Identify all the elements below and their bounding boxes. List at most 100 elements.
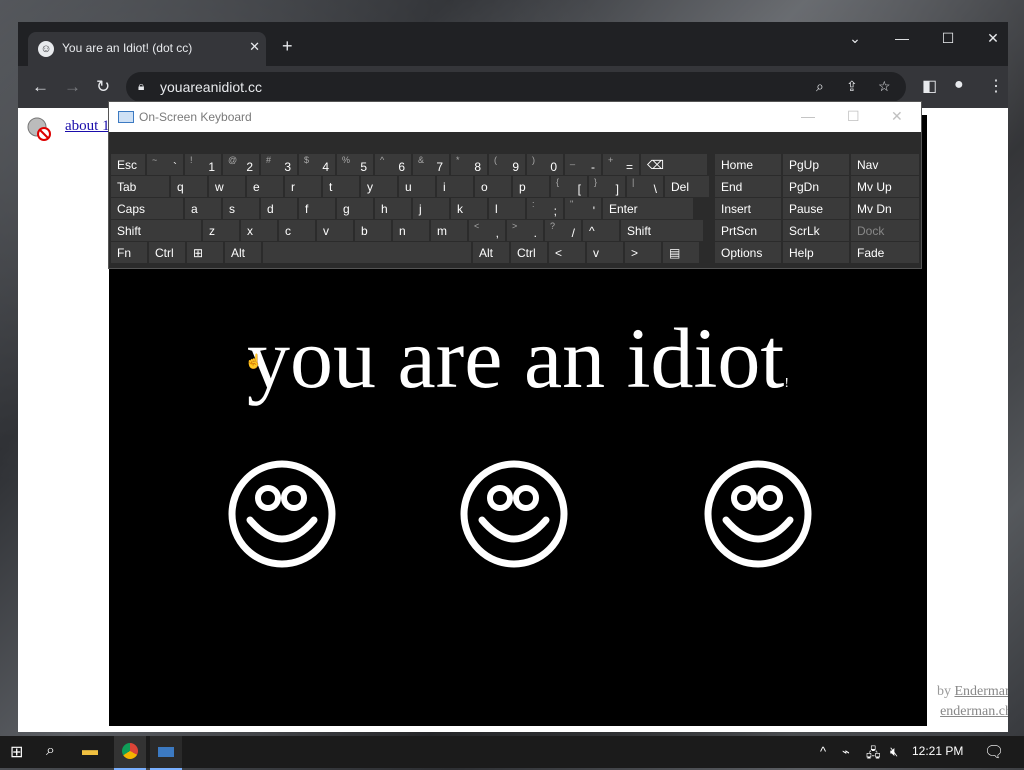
osk-key[interactable]: >.	[507, 220, 543, 241]
osk-maximize-icon[interactable]: ☐	[847, 108, 860, 125]
osk-key[interactable]: y	[361, 176, 397, 197]
osk-key[interactable]: v	[587, 242, 623, 263]
osk-key[interactable]: i	[437, 176, 473, 197]
osk-key[interactable]: s	[223, 198, 259, 219]
minimize-icon[interactable]: —	[887, 30, 917, 46]
osk-key[interactable]: Ctrl	[511, 242, 547, 263]
network-icon[interactable]: 🖧︎	[866, 744, 881, 766]
osk-key[interactable]: Fn	[111, 242, 147, 263]
osk-nav-key[interactable]: Nav	[851, 154, 919, 175]
osk-key[interactable]	[263, 242, 471, 263]
osk-key[interactable]: * 8	[451, 154, 487, 175]
osk-key[interactable]: Del	[665, 176, 709, 197]
osk-key[interactable]: ⌫	[641, 154, 707, 175]
osk-key[interactable]: {[	[551, 176, 587, 197]
osk-key[interactable]: | \	[627, 176, 663, 197]
osk-taskbar-button[interactable]	[150, 736, 182, 770]
osk-key[interactable]: + =	[603, 154, 639, 175]
tray-chevron-icon[interactable]: ^	[820, 744, 826, 759]
osk-key[interactable]: <	[549, 242, 585, 263]
maximize-icon[interactable]: ☐	[933, 30, 963, 47]
tab-close-icon[interactable]: ✕	[249, 39, 260, 55]
osk-key[interactable]: Caps	[111, 198, 183, 219]
osk-key[interactable]: g	[337, 198, 373, 219]
osk-key[interactable]: _ -	[565, 154, 601, 175]
menu-kebab-icon[interactable]: ⋮	[988, 76, 1004, 96]
profile-icon[interactable]: ●	[954, 76, 964, 94]
osk-key[interactable]: ^ 6	[375, 154, 411, 175]
osk-key[interactable]: ⊞	[187, 242, 223, 263]
chrome-taskbar-button[interactable]	[114, 736, 146, 770]
osk-nav-key[interactable]: End	[715, 176, 781, 197]
osk-nav-key[interactable]: Help	[783, 242, 849, 263]
osk-key[interactable]: Tab	[111, 176, 169, 197]
osk-key[interactable]: d	[261, 198, 297, 219]
osk-key[interactable]: x	[241, 220, 277, 241]
tab-search-chevron-icon[interactable]: ⌄	[840, 30, 870, 47]
taskbar-clock[interactable]: 12:21 PM	[912, 744, 963, 758]
osk-key[interactable]: l	[489, 198, 525, 219]
browser-tab[interactable]: ☺ You are an Idiot! (dot cc) ✕	[28, 32, 266, 66]
osk-key[interactable]: a	[185, 198, 221, 219]
osk-key[interactable]: :;	[527, 198, 563, 219]
osk-key[interactable]: ) 0	[527, 154, 563, 175]
tray-app-icon[interactable]: ⌁	[842, 744, 850, 760]
osk-nav-key[interactable]: PgUp	[783, 154, 849, 175]
volume-muted-icon[interactable]: 🔇︎	[890, 744, 898, 760]
osk-nav-key[interactable]: Home	[715, 154, 781, 175]
osk-key[interactable]: Enter	[603, 198, 693, 219]
credit-site-link[interactable]: enderman.ch	[940, 704, 1008, 719]
osk-key[interactable]: Esc	[111, 154, 145, 175]
osk-nav-key[interactable]: Mv Up	[851, 176, 919, 197]
osk-key[interactable]: r	[285, 176, 321, 197]
forward-icon[interactable]: →	[64, 77, 81, 97]
osk-key[interactable]: w	[209, 176, 245, 197]
osk-key[interactable]: k	[451, 198, 487, 219]
osk-key[interactable]: & 7	[413, 154, 449, 175]
osk-key[interactable]: ^	[583, 220, 619, 241]
osk-nav-key[interactable]: Fade	[851, 242, 919, 263]
osk-key[interactable]: ~ `	[147, 154, 183, 175]
osk-key[interactable]: ? /	[545, 220, 581, 241]
osk-key[interactable]: m	[431, 220, 467, 241]
osk-nav-key[interactable]: Insert	[715, 198, 781, 219]
osk-nav-key[interactable]: Pause	[783, 198, 849, 219]
osk-key[interactable]: (9	[489, 154, 525, 175]
osk-key[interactable]: " '	[565, 198, 601, 219]
credit-author-link[interactable]: Enderman	[954, 684, 1008, 699]
reload-icon[interactable]: ↻	[96, 77, 110, 97]
osk-key[interactable]: c	[279, 220, 315, 241]
osk-key[interactable]: Alt	[473, 242, 509, 263]
osk-nav-key[interactable]: Mv Dn	[851, 198, 919, 219]
osk-nav-key[interactable]: PgDn	[783, 176, 849, 197]
side-panel-icon[interactable]: ◧	[922, 76, 937, 96]
osk-key[interactable]: p	[513, 176, 549, 197]
osk-key[interactable]: Alt	[225, 242, 261, 263]
start-windows-icon[interactable]: ⊞	[10, 742, 23, 762]
osk-key[interactable]: #3	[261, 154, 297, 175]
osk-key[interactable]: Ctrl	[149, 242, 185, 263]
osk-key[interactable]: n	[393, 220, 429, 241]
search-icon[interactable]: ⌕	[46, 742, 55, 760]
osk-key[interactable]: ▤	[663, 242, 699, 263]
osk-key[interactable]: ! 1	[185, 154, 221, 175]
file-explorer-icon[interactable]: ▬	[82, 742, 98, 760]
osk-key[interactable]: Shift	[111, 220, 201, 241]
osk-key[interactable]: t	[323, 176, 359, 197]
close-window-icon[interactable]: ✕	[978, 30, 1008, 47]
osk-key[interactable]: q	[171, 176, 207, 197]
osk-key[interactable]: Shift	[621, 220, 703, 241]
osk-nav-key[interactable]: ScrLk	[783, 220, 849, 241]
osk-key[interactable]: e	[247, 176, 283, 197]
osk-key[interactable]: >	[625, 242, 661, 263]
osk-nav-key[interactable]: Dock	[851, 220, 919, 241]
osk-close-icon[interactable]: ✕	[891, 108, 903, 125]
osk-key[interactable]: <,	[469, 220, 505, 241]
osk-key[interactable]: f	[299, 198, 335, 219]
osk-key[interactable]: b	[355, 220, 391, 241]
about-link[interactable]: about 1	[65, 118, 110, 135]
osk-key[interactable]: h	[375, 198, 411, 219]
bookmark-star-icon[interactable]: ☆	[878, 78, 891, 95]
osk-key[interactable]: u	[399, 176, 435, 197]
osk-key[interactable]: $4	[299, 154, 335, 175]
